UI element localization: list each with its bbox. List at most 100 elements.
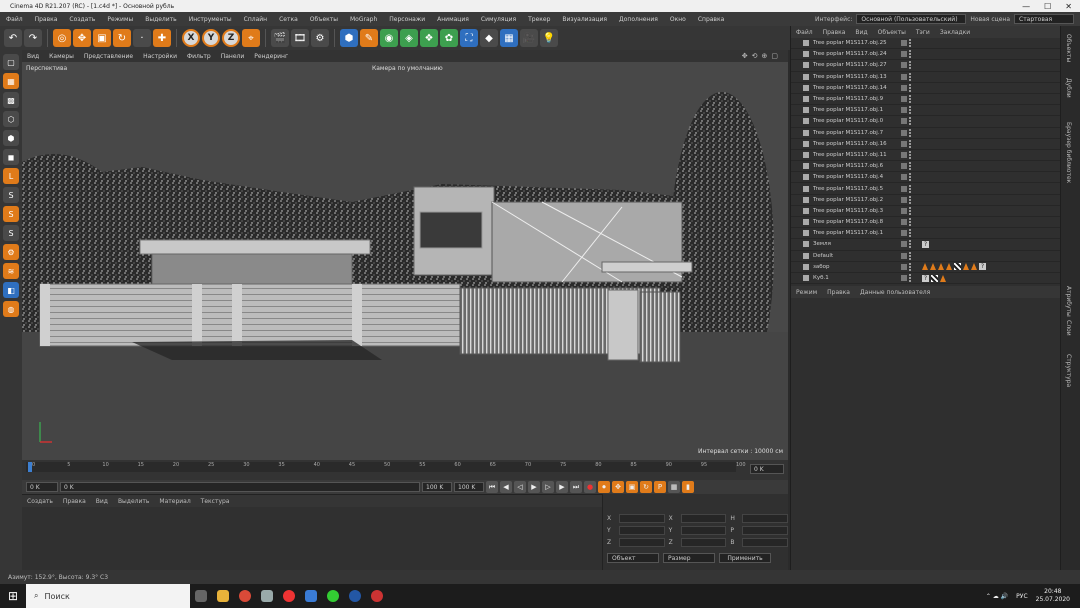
visibility-dots-icon[interactable]: [909, 128, 912, 137]
app-icon[interactable]: [300, 584, 322, 608]
viewport-menu-item-5[interactable]: Панели: [216, 53, 250, 60]
pen-icon[interactable]: ✎: [360, 29, 378, 47]
object-enable-checkbox[interactable]: [901, 96, 907, 103]
object-enable-checkbox[interactable]: [901, 73, 907, 80]
unknown-tag-icon[interactable]: ?: [922, 274, 929, 282]
visibility-dots-icon[interactable]: [909, 117, 912, 126]
files-icon[interactable]: [256, 584, 278, 608]
object-row[interactable]: Tree poplar M1S117.obj.2: [791, 195, 1060, 206]
visibility-dots-icon[interactable]: [909, 251, 912, 260]
viewport-menu-item-6[interactable]: Рендеринг: [249, 53, 293, 60]
object-menu-item-2[interactable]: Вид: [850, 29, 872, 36]
whatsapp-icon[interactable]: [322, 584, 344, 608]
object-name[interactable]: забор: [813, 264, 893, 270]
material-menu-item-2[interactable]: Вид: [91, 498, 113, 505]
object-row[interactable]: Tree poplar M1S117.obj.3: [791, 206, 1060, 217]
menu-item-14[interactable]: Визуализация: [556, 16, 613, 23]
material-menu-item-3[interactable]: Выделить: [113, 498, 154, 505]
undo-icon[interactable]: ↶: [4, 29, 22, 47]
viewport-menu-item-2[interactable]: Представление: [79, 53, 138, 60]
3d-viewport[interactable]: Перспектива Камера по умолчанию Интервал…: [22, 62, 788, 460]
render-settings-icon[interactable]: ⚙: [311, 29, 329, 47]
keyframe-grid-icon[interactable]: ▦: [668, 481, 680, 493]
object-menu-item-3[interactable]: Объекты: [873, 29, 911, 36]
field-icon[interactable]: ⛶: [460, 29, 478, 47]
redo-icon[interactable]: ↷: [24, 29, 42, 47]
object-name[interactable]: Tree poplar M1S117.obj.2: [813, 197, 893, 203]
visibility-dots-icon[interactable]: [909, 139, 912, 148]
object-enable-checkbox[interactable]: [901, 196, 907, 203]
close-icon[interactable]: ✕: [1065, 2, 1072, 11]
keyframe-pos-icon[interactable]: ✥: [612, 481, 624, 493]
object-enable-checkbox[interactable]: [901, 62, 907, 69]
object-name[interactable]: Tree poplar M1S117.obj.7: [813, 130, 893, 136]
menu-item-17[interactable]: Справка: [692, 16, 730, 23]
coords-value-field[interactable]: [742, 537, 789, 547]
task-view-icon[interactable]: [190, 584, 212, 608]
object-row[interactable]: Tree poplar M1S117.obj.0: [791, 116, 1060, 128]
maximize-icon[interactable]: ☐: [1044, 2, 1051, 11]
visibility-dots-icon[interactable]: [909, 195, 912, 204]
viewport-menu-item-1[interactable]: Камеры: [44, 53, 79, 60]
side-tab[interactable]: Браузер библиотек: [1065, 122, 1072, 183]
environment-icon[interactable]: ▦: [500, 29, 518, 47]
material-menu-item-0[interactable]: Создать: [22, 498, 58, 505]
autokey-icon[interactable]: ⏺: [598, 481, 610, 493]
object-row[interactable]: Tree poplar M1S117.obj.9: [791, 94, 1060, 106]
render-picture-icon[interactable]: 🎞: [291, 29, 309, 47]
menu-item-5[interactable]: Инструменты: [183, 16, 238, 23]
attributes-menu-item-1[interactable]: Правка: [822, 289, 855, 296]
object-enable-checkbox[interactable]: [901, 252, 907, 259]
chrome-icon[interactable]: [234, 584, 256, 608]
object-menu-item-4[interactable]: Тэги: [911, 29, 935, 36]
material-tag-icon[interactable]: [963, 263, 969, 271]
side-tab[interactable]: Атрибуты: [1065, 286, 1072, 317]
menu-item-3[interactable]: Режимы: [101, 16, 139, 23]
yandex-icon[interactable]: [278, 584, 300, 608]
viewport-menu-item-4[interactable]: Фильтр: [182, 53, 216, 60]
prev-frame-icon[interactable]: ◁: [514, 481, 526, 493]
object-name[interactable]: Tree poplar M1S117.obj.11: [813, 152, 893, 158]
unknown-tag-icon[interactable]: ?: [922, 240, 929, 248]
side-tab[interactable]: Слои: [1065, 320, 1072, 336]
object-name[interactable]: Tree poplar M1S117.obj.24: [813, 51, 893, 57]
keyframe-param-icon[interactable]: P: [654, 481, 666, 493]
object-name[interactable]: Tree poplar M1S117.obj.25: [813, 40, 893, 46]
deformer-icon[interactable]: ❖: [420, 29, 438, 47]
object-enable-checkbox[interactable]: [901, 51, 907, 58]
viewport-menu-item-3[interactable]: Настройки: [138, 53, 182, 60]
start-frame-field[interactable]: 0 K: [26, 482, 58, 492]
timeline[interactable]: 0 5 10 15 20 25 30 35 40 45 50 55 60 65 70 75 80 85 90 95 10…: [22, 460, 788, 480]
visibility-dots-icon[interactable]: [909, 95, 912, 104]
object-name[interactable]: Tree poplar M1S117.obj.3: [813, 208, 893, 214]
keyframe-rot-icon[interactable]: ↻: [640, 481, 652, 493]
language-indicator[interactable]: РУС: [1016, 593, 1027, 600]
snap-settings-icon[interactable]: S: [3, 206, 19, 222]
array-icon[interactable]: ◈: [400, 29, 418, 47]
mograph-icon[interactable]: ✿: [440, 29, 458, 47]
material-tag-icon[interactable]: [946, 263, 952, 271]
object-row[interactable]: Tree poplar M1S117.obj.25: [791, 38, 1060, 50]
edges-mode-icon[interactable]: ⬢: [3, 130, 19, 146]
object-name[interactable]: Tree poplar M1S117.obj.1: [813, 230, 893, 236]
cinema4d-icon[interactable]: [344, 584, 366, 608]
solo-icon[interactable]: ≋: [3, 263, 19, 279]
clock[interactable]: 20:48 25.07.2020: [1036, 588, 1070, 604]
menu-item-12[interactable]: Симуляция: [475, 16, 522, 23]
object-menu-item-0[interactable]: Файл: [791, 29, 818, 36]
menu-item-4[interactable]: Выделить: [139, 16, 182, 23]
visibility-dots-icon[interactable]: [909, 173, 912, 182]
model-mode-icon[interactable]: ▢: [3, 54, 19, 70]
menu-item-11[interactable]: Анимация: [431, 16, 475, 23]
viewport-menu-item-0[interactable]: Вид: [22, 53, 44, 60]
snap-icon[interactable]: S: [3, 187, 19, 203]
object-row[interactable]: Tree poplar M1S117.obj.16: [791, 139, 1060, 150]
texture-tag-icon[interactable]: [931, 274, 938, 282]
go-to-end-icon[interactable]: ⏭: [570, 481, 582, 493]
object-enable-checkbox[interactable]: [901, 40, 907, 47]
mode-select[interactable]: Стартовая: [1014, 14, 1074, 24]
material-menu-item-4[interactable]: Материал: [154, 498, 195, 505]
cube-icon[interactable]: ⬢: [340, 29, 358, 47]
object-enable-checkbox[interactable]: [901, 151, 907, 158]
scale-icon[interactable]: ▣: [93, 29, 111, 47]
